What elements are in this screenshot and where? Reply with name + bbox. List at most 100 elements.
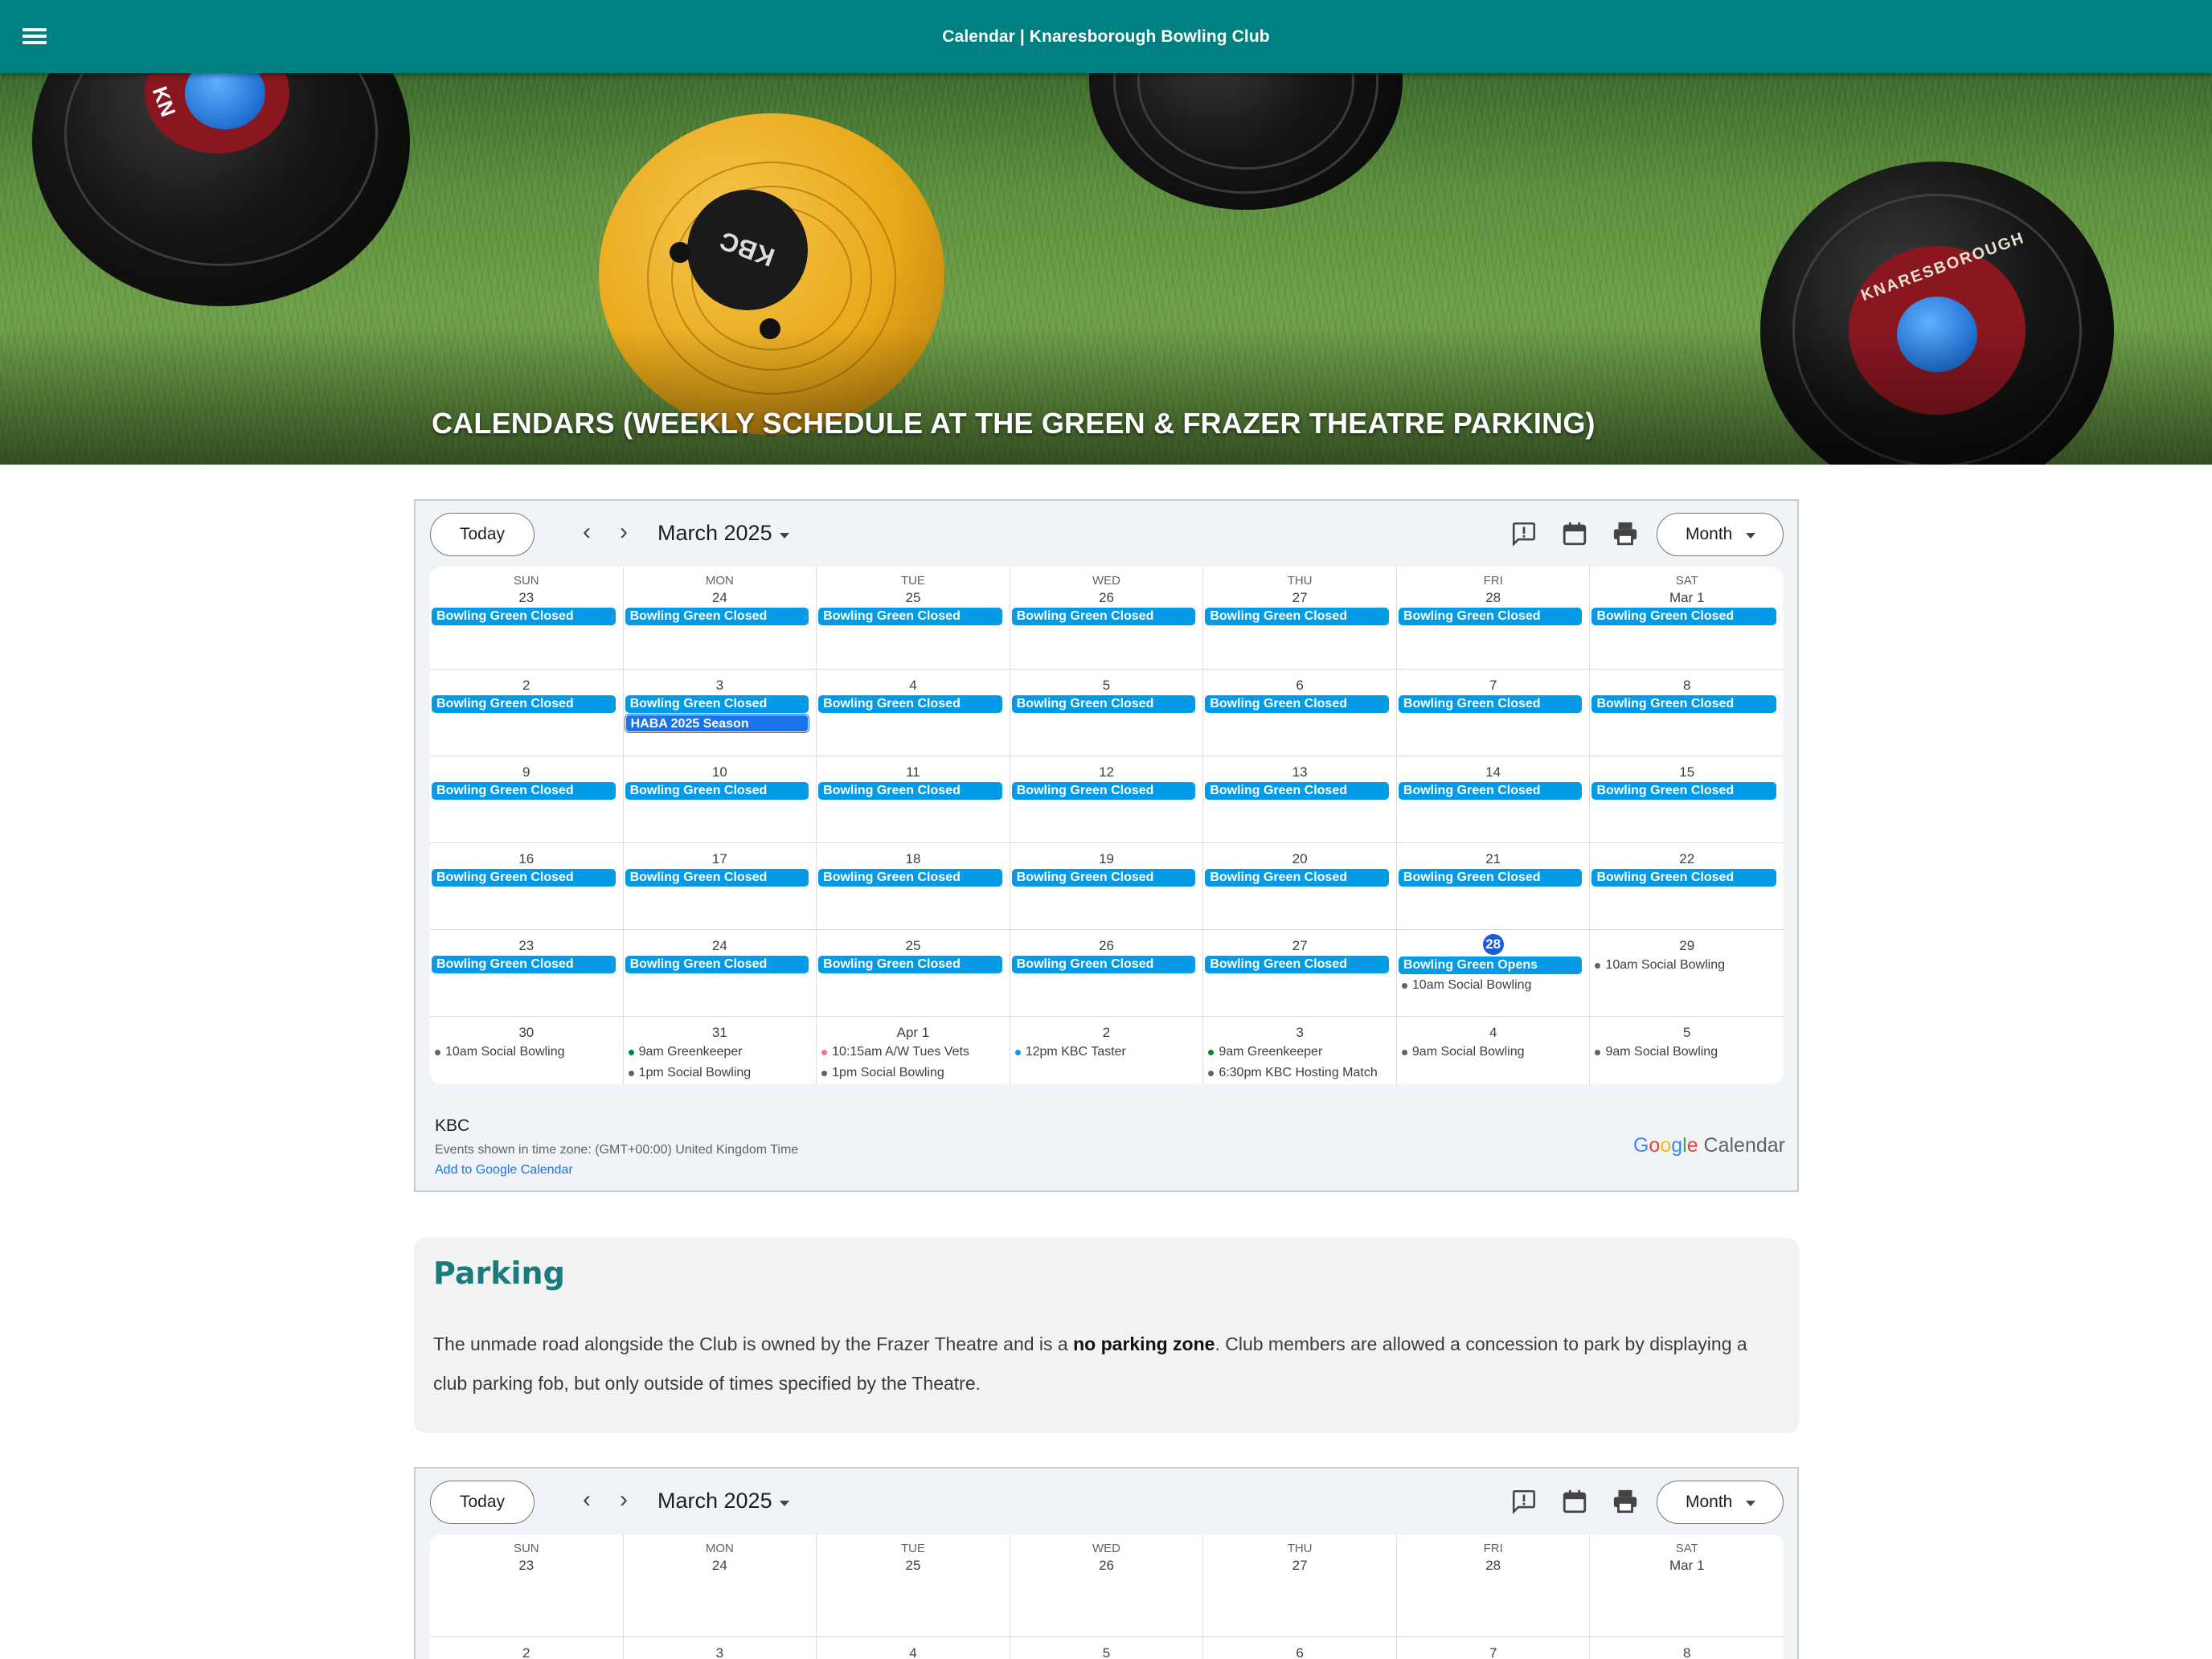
day-cell[interactable]: TUE 25	[817, 1534, 1010, 1637]
all-day-event[interactable]: Bowling Green Closed	[818, 695, 1002, 713]
day-cell[interactable]: SUN 23	[430, 1534, 624, 1637]
day-cell[interactable]: 2 Bowling Green Closed	[430, 670, 624, 756]
today-button[interactable]: Today	[430, 1481, 535, 1524]
date-number[interactable]: 2	[430, 677, 623, 694]
date-number[interactable]: 18	[817, 850, 1010, 867]
day-cell[interactable]: 29 10am Social Bowling	[1590, 930, 1784, 1017]
day-cell[interactable]: 5 Bowling Green Closed	[1010, 670, 1204, 756]
date-number[interactable]: 12	[1010, 764, 1203, 780]
date-number[interactable]: 24	[624, 1557, 817, 1574]
date-number[interactable]: 4	[817, 677, 1010, 694]
all-day-event[interactable]: Bowling Green Closed	[625, 608, 809, 625]
day-cell[interactable]: 5	[1010, 1637, 1204, 1659]
day-cell[interactable]: SAT Mar 1 Bowling Green Closed	[1590, 567, 1784, 670]
chevron-down-icon[interactable]	[780, 533, 789, 539]
prev-month-icon[interactable]: ‹	[575, 520, 599, 547]
timed-event[interactable]: 9am Greenkeeper	[1208, 1043, 1393, 1062]
date-number[interactable]: 27	[1203, 1557, 1396, 1574]
calendar-icon[interactable]	[1561, 1488, 1588, 1515]
day-cell[interactable]: 16 Bowling Green Closed	[430, 843, 624, 930]
all-day-event[interactable]: HABA 2025 Season	[625, 715, 809, 732]
all-day-event[interactable]: Bowling Green Closed	[818, 869, 1002, 887]
date-number[interactable]: 30	[430, 1024, 623, 1041]
day-cell[interactable]: 2 12pm KBC Taster	[1010, 1017, 1204, 1084]
day-cell[interactable]: FRI 28 Bowling Green Closed	[1396, 567, 1591, 670]
day-cell[interactable]: Apr 1 10:15am A/W Tues Vets 1pm Social Bow…	[817, 1017, 1010, 1084]
day-cell[interactable]: 13 Bowling Green Closed	[1203, 756, 1397, 843]
all-day-event[interactable]: Bowling Green Closed	[1205, 869, 1389, 887]
date-number[interactable]: 26	[1010, 937, 1203, 954]
print-icon[interactable]	[1612, 520, 1639, 547]
timed-event[interactable]: 1pm Social Bowling	[821, 1063, 1006, 1083]
day-cell[interactable]: 28 Bowling Green Opens 10am Social Bowling	[1396, 930, 1591, 1017]
day-cell[interactable]: 4 9am Social Bowling	[1397, 1017, 1591, 1084]
calendar-icon[interactable]	[1561, 520, 1588, 547]
all-day-event[interactable]: Bowling Green Closed	[432, 608, 616, 625]
day-cell[interactable]: 6 Bowling Green Closed	[1203, 670, 1397, 756]
all-day-event[interactable]: Bowling Green Closed	[1205, 782, 1389, 800]
all-day-event[interactable]: Bowling Green Closed	[432, 782, 616, 800]
day-cell[interactable]: 24 Bowling Green Closed	[623, 930, 817, 1017]
day-cell[interactable]: THU 27 Bowling Green Closed	[1203, 567, 1397, 670]
feedback-icon[interactable]	[1510, 1488, 1538, 1515]
all-day-event[interactable]: Bowling Green Closed	[1591, 695, 1777, 713]
feedback-icon[interactable]	[1510, 520, 1538, 547]
date-number[interactable]: 23	[430, 937, 623, 954]
all-day-event[interactable]: Bowling Green Opens	[1398, 956, 1583, 974]
timed-event[interactable]: 6:30pm KBC Hosting Match	[1208, 1063, 1393, 1083]
day-cell[interactable]: 11 Bowling Green Closed	[817, 756, 1010, 843]
day-cell[interactable]: 12 Bowling Green Closed	[1010, 756, 1204, 843]
all-day-event[interactable]: Bowling Green Closed	[1398, 695, 1583, 713]
date-number[interactable]: Mar 1	[1590, 589, 1784, 606]
all-day-event[interactable]: Bowling Green Closed	[625, 695, 809, 713]
all-day-event[interactable]: Bowling Green Closed	[1011, 695, 1196, 713]
day-cell[interactable]: 26 Bowling Green Closed	[1010, 930, 1204, 1017]
day-cell[interactable]: MON 24	[623, 1534, 817, 1637]
view-selector-button[interactable]: Month	[1657, 1481, 1784, 1524]
date-number[interactable]: Apr 1	[817, 1024, 1010, 1041]
date-number[interactable]: 9	[430, 764, 623, 780]
timed-event[interactable]: 1pm Social Bowling	[628, 1063, 813, 1083]
today-date-number[interactable]: 28	[1482, 934, 1504, 955]
all-day-event[interactable]: Bowling Green Closed	[1591, 869, 1777, 887]
date-number[interactable]: 25	[817, 589, 1010, 606]
date-number[interactable]: 23	[430, 589, 623, 606]
day-cell[interactable]: MON 24 Bowling Green Closed	[623, 567, 817, 670]
date-number[interactable]: 8	[1590, 677, 1784, 694]
day-cell[interactable]: 17 Bowling Green Closed	[623, 843, 817, 930]
date-number[interactable]: 27	[1203, 937, 1396, 954]
date-number[interactable]: 6	[1203, 1645, 1396, 1659]
day-cell[interactable]: 30 10am Social Bowling	[430, 1017, 624, 1084]
next-month-icon[interactable]: ›	[612, 1488, 636, 1515]
date-number[interactable]: 26	[1010, 589, 1203, 606]
date-number[interactable]: 4	[1397, 1024, 1590, 1041]
all-day-event[interactable]: Bowling Green Closed	[1011, 956, 1196, 973]
all-day-event[interactable]: Bowling Green Closed	[432, 695, 616, 713]
all-day-event[interactable]: Bowling Green Closed	[1011, 782, 1196, 800]
day-cell[interactable]: SAT Mar 1	[1590, 1534, 1784, 1637]
all-day-event[interactable]: Bowling Green Closed	[1398, 608, 1583, 625]
all-day-event[interactable]: Bowling Green Closed	[1205, 956, 1389, 973]
date-number[interactable]: 24	[624, 589, 817, 606]
day-cell[interactable]: WED 26	[1010, 1534, 1204, 1637]
day-cell[interactable]: 18 Bowling Green Closed	[817, 843, 1010, 930]
date-number[interactable]: 7	[1397, 677, 1590, 694]
all-day-event[interactable]: Bowling Green Closed	[1205, 695, 1389, 713]
timed-event[interactable]: 12pm KBC Taster	[1014, 1043, 1200, 1062]
date-number[interactable]: 4	[817, 1645, 1010, 1659]
day-cell[interactable]: 15 Bowling Green Closed	[1590, 756, 1784, 843]
date-number[interactable]: 21	[1397, 850, 1590, 867]
all-day-event[interactable]: Bowling Green Closed	[818, 608, 1002, 625]
today-button[interactable]: Today	[430, 513, 535, 556]
next-month-icon[interactable]: ›	[612, 520, 636, 547]
timed-event[interactable]: 9am Social Bowling	[1401, 1043, 1587, 1062]
date-number[interactable]: 3	[624, 677, 817, 694]
all-day-event[interactable]: Bowling Green Closed	[432, 956, 616, 973]
day-cell[interactable]: 6	[1203, 1637, 1397, 1659]
date-number[interactable]: 26	[1010, 1557, 1203, 1574]
all-day-event[interactable]: Bowling Green Closed	[1398, 782, 1583, 800]
timed-event[interactable]: 9am Greenkeeper	[628, 1043, 813, 1062]
date-number[interactable]: 5	[1010, 677, 1203, 694]
google-calendar-logo[interactable]: Google Calendar	[1633, 1134, 1785, 1157]
date-number[interactable]: 15	[1590, 764, 1784, 780]
